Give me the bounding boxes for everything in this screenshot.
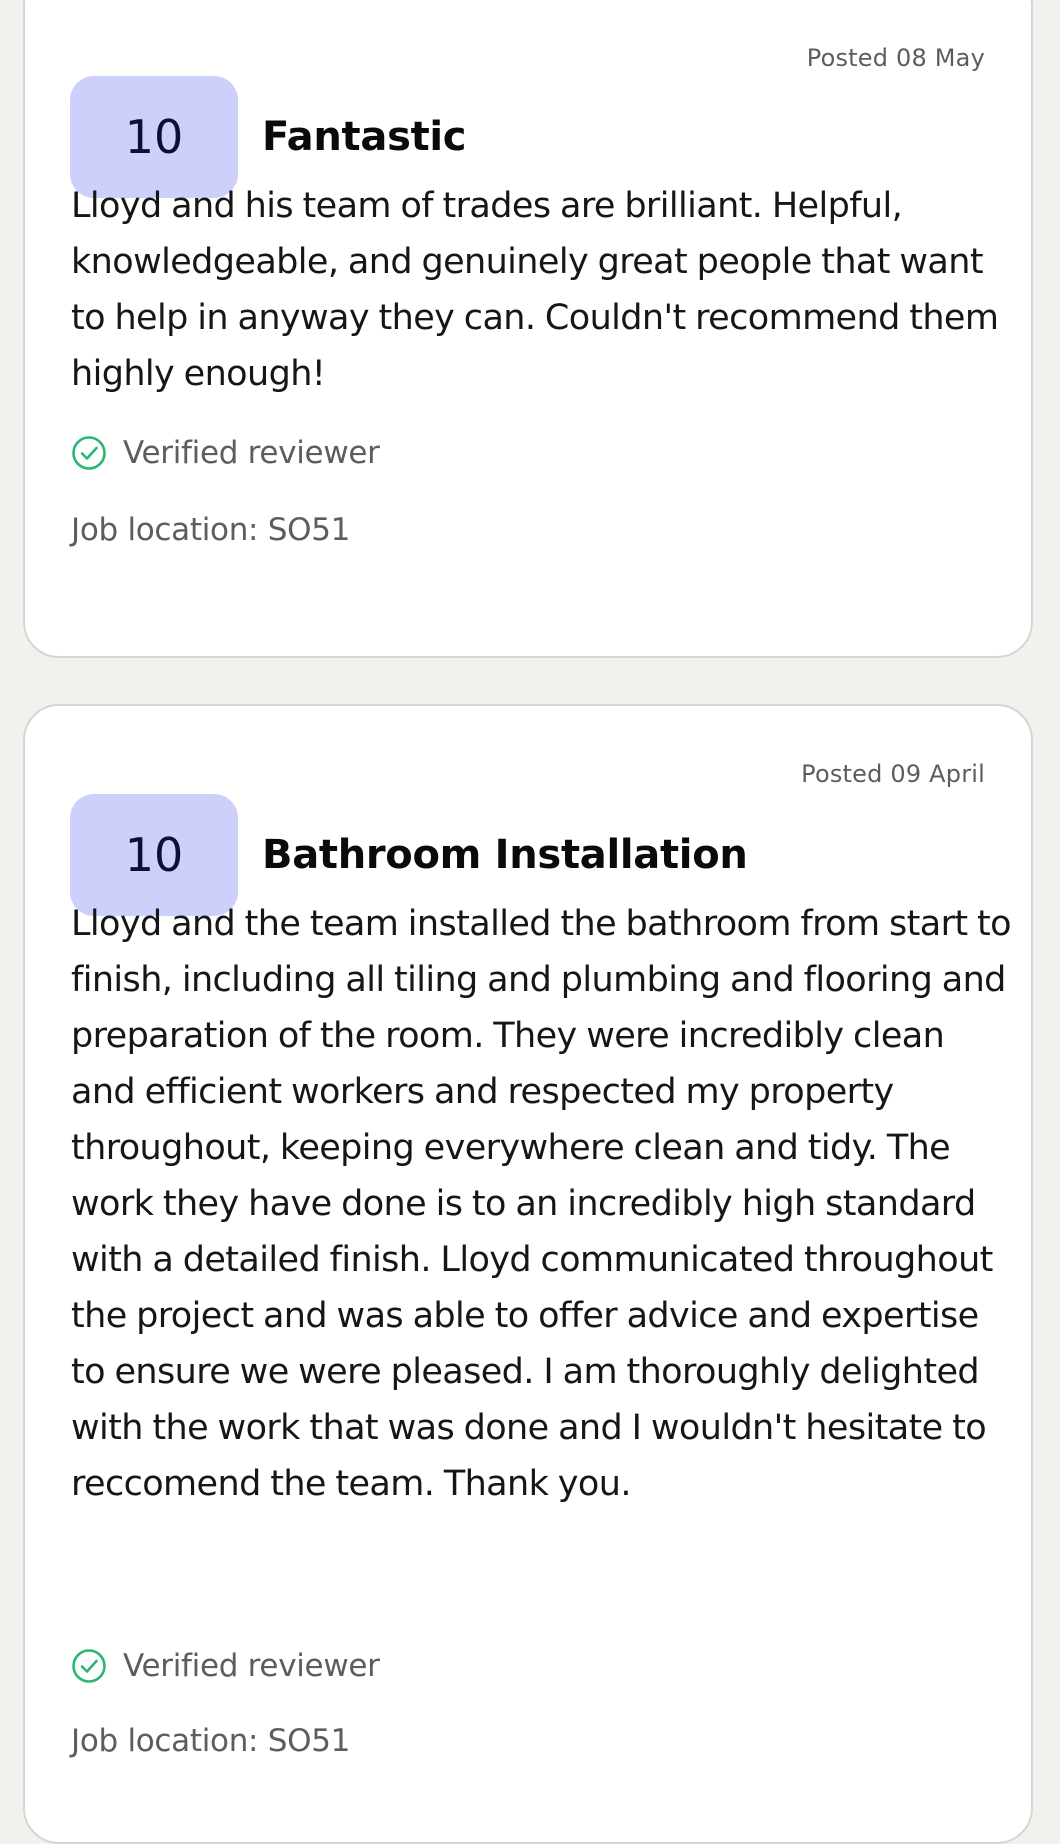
posted-date: Posted 08 May <box>806 44 985 72</box>
review-card: Posted 08 May 10 Fantastic Lloyd and his… <box>23 0 1033 658</box>
verified-reviewer: Verified reviewer <box>71 435 380 471</box>
job-location: Job location: SO51 <box>71 1723 351 1759</box>
review-title: Fantastic <box>262 114 467 160</box>
job-location: Job location: SO51 <box>71 512 351 548</box>
check-circle-icon <box>72 436 106 470</box>
review-title: Bathroom Installation <box>262 832 748 878</box>
review-body: Lloyd and the team installed the bathroo… <box>71 904 1012 1504</box>
posted-date: Posted 09 April <box>801 760 985 788</box>
review-card: Posted 09 April 10 Bathroom Installation… <box>23 704 1033 1844</box>
verified-label: Verified reviewer <box>123 1648 380 1684</box>
verified-reviewer: Verified reviewer <box>71 1648 380 1684</box>
review-body: Lloyd and his team of trades are brillia… <box>71 186 999 394</box>
check-circle-icon <box>72 1649 106 1683</box>
verified-label: Verified reviewer <box>123 435 380 471</box>
